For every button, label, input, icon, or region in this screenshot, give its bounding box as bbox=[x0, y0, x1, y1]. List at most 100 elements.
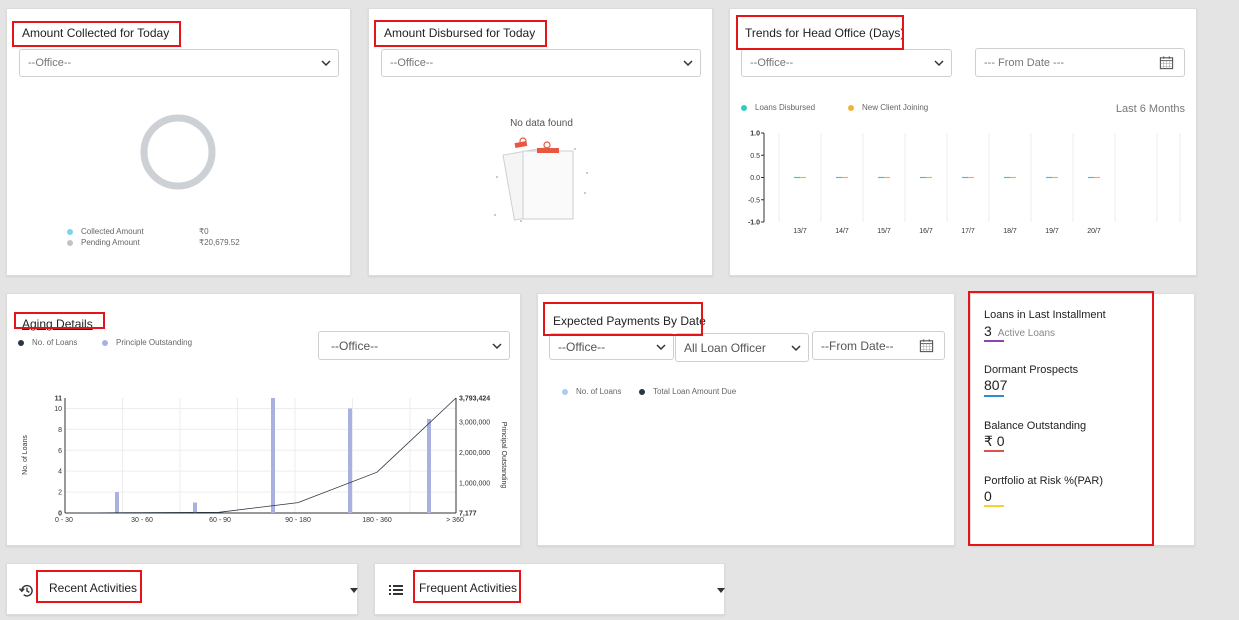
x-tick-label: 20/7 bbox=[1087, 228, 1101, 235]
highlight-trends-title bbox=[736, 15, 904, 50]
trends-office-select[interactable]: --Office-- bbox=[741, 49, 952, 77]
y-tick-label: 4 bbox=[58, 469, 62, 476]
legend-total-due: Total Loan Amount Due bbox=[639, 387, 736, 396]
range-label: Last 6 Months bbox=[1115, 103, 1185, 115]
series-line bbox=[78, 397, 457, 514]
legend-no-of-loans-label: No. of Loans bbox=[32, 338, 78, 347]
chevron-down-icon bbox=[791, 344, 801, 351]
legend-loans-disbursed: Loans Disbursed bbox=[741, 103, 815, 112]
x-tick-label: 13/7 bbox=[793, 228, 807, 235]
collection-donut-chart bbox=[140, 114, 216, 190]
chevron-down-icon bbox=[321, 60, 331, 67]
trends-from-date-input[interactable]: --- From Date --- bbox=[975, 48, 1185, 77]
legend-no-of-loans-dot bbox=[18, 339, 24, 346]
x-tick-label: 15/7 bbox=[877, 228, 891, 235]
y-axis-title: No. of Loans bbox=[22, 435, 29, 475]
chevron-down-icon bbox=[683, 60, 693, 67]
y2-tick-label: 3,000,000 bbox=[459, 420, 490, 427]
aging-office-value: --Office-- bbox=[331, 338, 379, 353]
x-tick-label: 16/7 bbox=[919, 228, 933, 235]
caret-down-icon[interactable] bbox=[350, 588, 358, 594]
x-tick-label: 60 - 90 bbox=[209, 517, 231, 524]
chevron-down-icon bbox=[656, 343, 666, 350]
legend-principle-outstanding-label: Principle Outstanding bbox=[116, 338, 193, 347]
legend-total-due-dot bbox=[639, 388, 645, 395]
legend-principle-outstanding: Principle Outstanding bbox=[102, 338, 192, 347]
highlight-stats-card bbox=[968, 291, 1154, 546]
aging-details-card: Aging Details No. of Loans Principle Out… bbox=[6, 293, 521, 546]
collected-office-select[interactable]: --Office-- bbox=[19, 49, 339, 77]
highlight-frequent-activities bbox=[413, 570, 521, 603]
y-tick-label: 0.5 bbox=[750, 153, 760, 160]
disbursed-office-value: --Office-- bbox=[390, 57, 434, 69]
empty-clipboard-icon bbox=[494, 137, 588, 222]
legend-pending-dot bbox=[67, 239, 73, 246]
legend-pending-value: ₹20,679.52 bbox=[199, 238, 240, 247]
legend-collected-label: Collected Amount bbox=[81, 227, 144, 236]
aging-office-select[interactable]: --Office-- bbox=[318, 331, 510, 360]
amount-collected-card: Amount Collected for Today --Office-- Co… bbox=[6, 8, 351, 276]
legend-pending: Pending Amount ₹20,679.52 bbox=[67, 238, 240, 247]
y-tick-label: 8 bbox=[58, 427, 62, 434]
legend-pending-label: Pending Amount bbox=[81, 238, 140, 247]
aging-bar-chart: 1110864203,793,4243,000,0002,000,0001,00… bbox=[22, 396, 507, 525]
y2-tick-label: 1,000,000 bbox=[459, 480, 490, 487]
x-tick-label: 19/7 bbox=[1045, 228, 1059, 235]
legend-collected-dot bbox=[67, 228, 73, 235]
trends-from-date-placeholder: --- From Date --- bbox=[984, 56, 1065, 69]
y-tick-label: 1.0 bbox=[750, 131, 760, 138]
legend-loans-disbursed-dot bbox=[741, 104, 747, 111]
y-tick-label: 10 bbox=[54, 406, 62, 413]
list-icon bbox=[389, 585, 403, 595]
legend-expected-no-of-loans-dot bbox=[562, 388, 568, 395]
x-tick-label: 18/7 bbox=[1003, 228, 1017, 235]
y-tick-label: 2 bbox=[58, 490, 62, 497]
expected-office-value: --Office-- bbox=[558, 339, 606, 354]
highlight-aging-title bbox=[14, 312, 105, 329]
no-data-text: No data found bbox=[510, 118, 573, 129]
bar bbox=[348, 408, 352, 513]
trends-line-chart: 1.0 0.5 0.0 -0.5 -1.0 13/7 14/7 15/7 16/7 17/7 18/… bbox=[748, 131, 1181, 235]
y2-tick-label: 3,793,424 bbox=[459, 396, 490, 403]
x-tick-label: 17/7 bbox=[961, 228, 975, 235]
legend-collected: Collected Amount ₹0 bbox=[67, 227, 209, 236]
y2-tick-label: 2,000,000 bbox=[459, 450, 490, 457]
x-tick-label: 0 - 30 bbox=[55, 517, 73, 524]
x-tick-label: 180 - 360 bbox=[362, 517, 392, 524]
x-tick-label: > 360 bbox=[446, 517, 464, 524]
calendar-icon[interactable] bbox=[1159, 55, 1174, 70]
legend-new-client: New Client Joining bbox=[848, 103, 928, 112]
x-tick-label: 30 - 60 bbox=[131, 517, 153, 524]
collected-office-value: --Office-- bbox=[28, 57, 72, 69]
x-tick-label: 14/7 bbox=[835, 228, 849, 235]
y-tick-label: 0.0 bbox=[750, 175, 760, 182]
legend-total-due-label: Total Loan Amount Due bbox=[653, 387, 737, 396]
legend-collected-value: ₹0 bbox=[199, 227, 209, 236]
legend-new-client-label: New Client Joining bbox=[862, 103, 929, 112]
highlight-expected-title bbox=[543, 302, 703, 336]
caret-down-icon[interactable] bbox=[717, 588, 725, 594]
bar bbox=[115, 492, 119, 513]
trends-office-value: --Office-- bbox=[750, 57, 794, 69]
legend-expected-no-of-loans: No. of Loans bbox=[562, 387, 621, 396]
history-icon bbox=[19, 584, 33, 597]
donut-ring bbox=[140, 114, 216, 190]
expected-office-select[interactable]: --Office-- bbox=[549, 333, 674, 360]
y-tick-label: 11 bbox=[55, 396, 63, 403]
expected-from-date-placeholder: --From Date-- bbox=[821, 338, 894, 353]
y2-axis-title: Principal Outstanding bbox=[500, 422, 507, 489]
loan-officer-value: All Loan Officer bbox=[684, 340, 766, 355]
amount-disbursed-card: Amount Disbursed for Today --Office-- No… bbox=[368, 8, 713, 276]
legend-new-client-dot bbox=[848, 104, 854, 111]
disbursed-office-select[interactable]: --Office-- bbox=[381, 49, 701, 77]
legend-no-of-loans: No. of Loans bbox=[18, 338, 77, 347]
bar bbox=[193, 502, 197, 513]
bar bbox=[427, 418, 431, 513]
y-tick-label: -0.5 bbox=[748, 197, 760, 204]
loan-officer-select[interactable]: All Loan Officer bbox=[675, 333, 809, 362]
chevron-down-icon bbox=[492, 342, 502, 349]
expected-from-date-input[interactable]: --From Date-- bbox=[812, 331, 945, 360]
calendar-icon[interactable] bbox=[919, 338, 934, 353]
legend-principle-outstanding-dot bbox=[102, 339, 108, 346]
chevron-down-icon bbox=[934, 60, 944, 67]
